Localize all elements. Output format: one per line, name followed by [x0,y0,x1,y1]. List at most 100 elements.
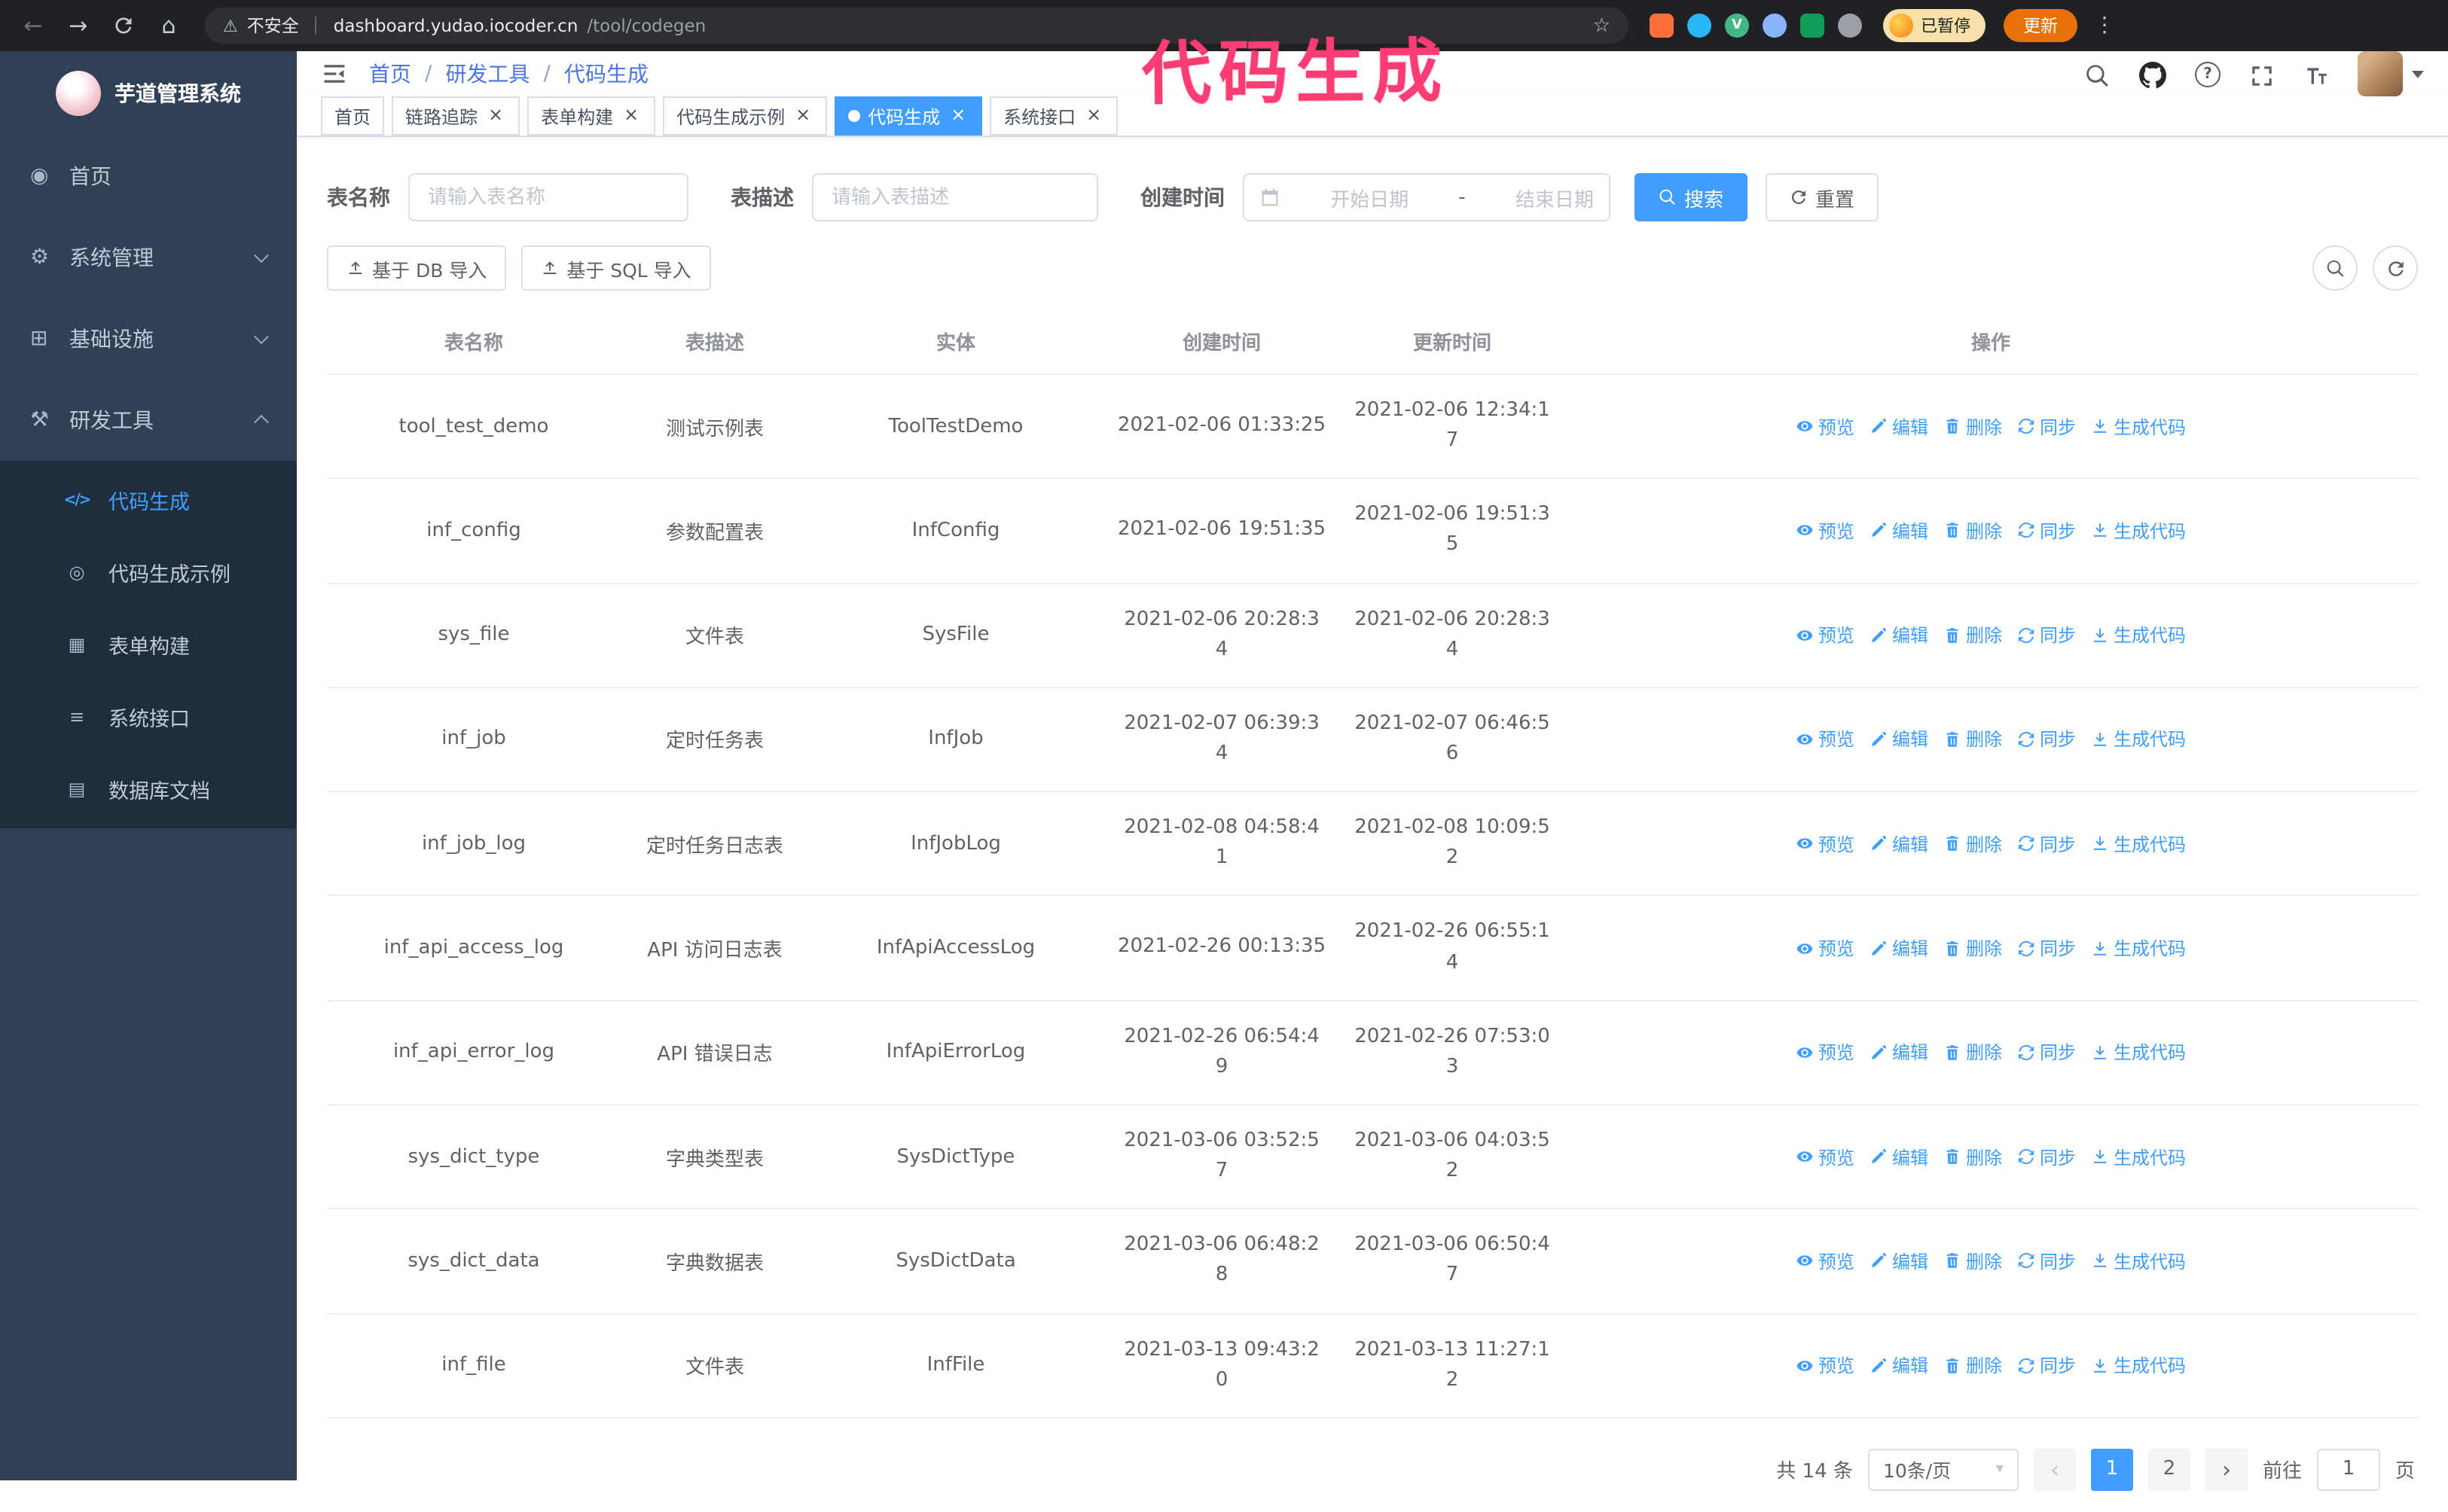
edit-action[interactable]: 编辑 [1870,1352,1928,1378]
browser-menu-icon[interactable]: ⋮ [2094,14,2115,38]
delete-action[interactable]: 删除 [1943,1248,2002,1274]
refresh-table-button[interactable] [2373,245,2418,291]
sidebar-item-form-builder[interactable]: ▦ 表单构建 [0,608,297,681]
preview-action[interactable]: 预览 [1796,413,1854,439]
extension-icon[interactable]: V [1725,14,1749,38]
sidebar-toggle-button[interactable] [321,60,348,87]
generate-code-action[interactable]: 生成代码 [2091,831,2186,857]
tab-tracing[interactable]: 链路追踪 × [392,96,520,136]
bookmark-star-icon[interactable]: ☆ [1593,14,1610,37]
delete-action[interactable]: 删除 [1943,727,2002,752]
edit-action[interactable]: 编辑 [1870,831,1928,857]
page-button-1[interactable]: 1 [2090,1448,2133,1491]
sync-action[interactable]: 同步 [2017,1144,2076,1169]
edit-action[interactable]: 编辑 [1870,935,1928,961]
preview-action[interactable]: 预览 [1796,1040,1854,1065]
close-icon[interactable]: × [485,105,506,127]
table-row[interactable]: sys_file 文件表 SysFile 2021-02-06 20:28:3 … [327,583,2418,688]
github-link[interactable] [2139,59,2166,89]
next-page-button[interactable]: › [2205,1448,2248,1491]
reload-button[interactable] [105,8,142,44]
preview-action[interactable]: 预览 [1796,1248,1854,1274]
preview-action[interactable]: 预览 [1796,1144,1854,1169]
search-button[interactable]: 搜索 [1635,173,1748,221]
reset-button[interactable]: 重置 [1766,173,1879,221]
breadcrumb-devtools[interactable]: 研发工具 [445,59,530,89]
edit-action[interactable]: 编辑 [1870,1040,1928,1065]
forward-button[interactable]: → [60,8,96,44]
table-row[interactable]: inf_job_log 定时任务日志表 InfJobLog 2021-02-08… [327,791,2418,897]
table-row[interactable]: sys_dict_type 字典类型表 SysDictType 2021-03-… [327,1104,2418,1210]
delete-action[interactable]: 删除 [1943,622,2002,648]
delete-action[interactable]: 删除 [1943,1040,2002,1065]
browser-update-button[interactable]: 更新 [2004,9,2077,42]
page-button-2[interactable]: 2 [2147,1448,2190,1491]
table-desc-input[interactable] [812,173,1098,221]
extension-icon[interactable] [1763,14,1787,38]
sync-action[interactable]: 同步 [2017,935,2076,961]
tab-home[interactable]: 首页 [321,96,385,136]
help-button[interactable]: ? [2195,61,2221,87]
edit-action[interactable]: 编辑 [1870,413,1928,439]
table-row[interactable]: inf_job 定时任务表 InfJob 2021-02-07 06:39:3 … [327,687,2418,793]
generate-code-action[interactable]: 生成代码 [2091,518,2186,544]
sync-action[interactable]: 同步 [2017,1248,2076,1274]
edit-action[interactable]: 编辑 [1870,1144,1928,1169]
sync-action[interactable]: 同步 [2017,831,2076,857]
extension-icon[interactable] [1800,14,1824,38]
sidebar-item-devtools[interactable]: ⚒ 研发工具 [0,380,297,461]
extension-icon[interactable] [1687,14,1711,38]
close-icon[interactable]: × [948,105,969,127]
delete-action[interactable]: 删除 [1943,413,2002,439]
generate-code-action[interactable]: 生成代码 [2091,622,2186,648]
user-menu[interactable] [2358,51,2424,96]
preview-action[interactable]: 预览 [1796,831,1854,857]
goto-page-input[interactable] [2316,1448,2380,1491]
sidebar-item-system-api[interactable]: ≡ 系统接口 [0,681,297,753]
page-size-select[interactable]: 10条/页 ▾ [1867,1448,2019,1491]
sidebar-item-codegen[interactable]: </> 代码生成 [0,464,297,536]
font-size-button[interactable] [2303,59,2329,88]
edit-action[interactable]: 编辑 [1870,727,1928,752]
table-name-input[interactable] [408,173,688,221]
table-row[interactable]: tool_test_demo 测试示例表 ToolTestDemo 2021-0… [327,374,2418,480]
delete-action[interactable]: 删除 [1943,1352,2002,1378]
sync-action[interactable]: 同步 [2017,1040,2076,1065]
sync-action[interactable]: 同步 [2017,1352,2076,1378]
generate-code-action[interactable]: 生成代码 [2091,1144,2186,1169]
prev-page-button[interactable]: ‹ [2033,1448,2076,1491]
extension-icon[interactable] [1650,14,1674,38]
edit-action[interactable]: 编辑 [1870,518,1928,544]
delete-action[interactable]: 删除 [1943,935,2002,961]
table-row[interactable]: inf_config 参数配置表 InfConfig 2021-02-06 19… [327,478,2418,584]
sync-action[interactable]: 同步 [2017,727,2076,752]
generate-code-action[interactable]: 生成代码 [2091,935,2186,961]
table-row[interactable]: inf_api_error_log API 错误日志 InfApiErrorLo… [327,1000,2418,1105]
preview-action[interactable]: 预览 [1796,622,1854,648]
preview-action[interactable]: 预览 [1796,935,1854,961]
create-time-range-picker[interactable]: 开始日期 - 结束日期 [1243,173,1610,221]
close-icon[interactable]: × [1083,105,1104,127]
edit-action[interactable]: 编辑 [1870,622,1928,648]
import-db-button[interactable]: 基于 DB 导入 [327,245,507,291]
import-sql-button[interactable]: 基于 SQL 导入 [521,245,711,291]
preview-action[interactable]: 预览 [1796,518,1854,544]
preview-action[interactable]: 预览 [1796,727,1854,752]
tab-codegen[interactable]: 代码生成 × [835,96,983,136]
delete-action[interactable]: 删除 [1943,831,2002,857]
delete-action[interactable]: 删除 [1943,518,2002,544]
sync-action[interactable]: 同步 [2017,518,2076,544]
app-logo[interactable]: 芋道管理系统 [0,51,297,136]
sidebar-item-system-management[interactable]: ⚙ 系统管理 [0,217,297,298]
table-row[interactable]: sys_dict_data 字典数据表 SysDictData 2021-03-… [327,1209,2418,1315]
table-row[interactable]: inf_api_access_log API 访问日志表 InfApiAcces… [327,895,2418,1001]
generate-code-action[interactable]: 生成代码 [2091,413,2186,439]
sidebar-item-infrastructure[interactable]: ⊞ 基础设施 [0,298,297,380]
puzzle-extension-icon[interactable] [1838,14,1862,38]
address-bar[interactable]: ⚠ 不安全 dashboard.yudao.iocoder.cn/tool/co… [205,8,1628,44]
generate-code-action[interactable]: 生成代码 [2091,1352,2186,1378]
close-icon[interactable]: × [621,105,642,127]
back-button[interactable]: ← [15,8,51,44]
sync-action[interactable]: 同步 [2017,413,2076,439]
close-icon[interactable]: × [792,105,813,127]
